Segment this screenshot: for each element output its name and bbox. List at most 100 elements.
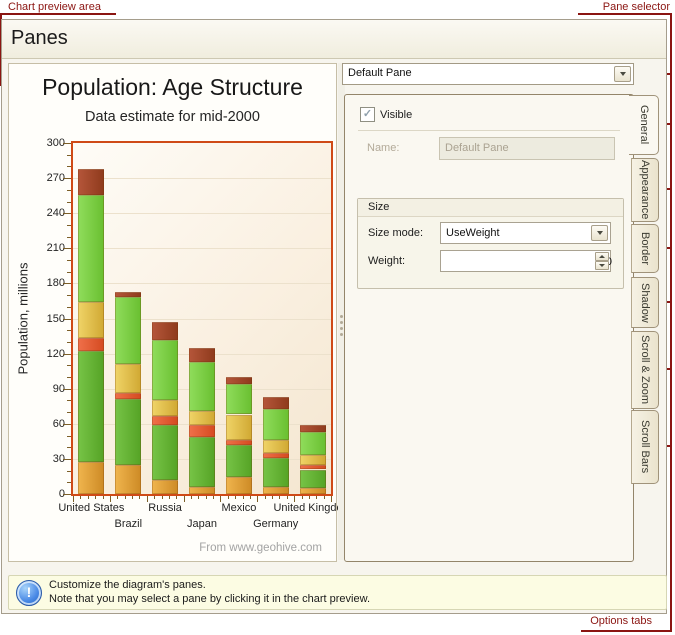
x-minor-tick [88,496,89,499]
segment-light-green [189,362,215,411]
x-minor-tick [309,496,310,499]
x-minor-tick [103,496,104,499]
separator [358,130,620,131]
arrow-up-icon [599,255,605,258]
segment-dark-green [226,445,252,477]
segment-yellow [263,440,289,453]
x-minor-tick [132,496,133,499]
segment-red [189,425,215,437]
annotation-options-tabs: Options tabs [590,615,652,627]
size-mode-label: Size mode: [368,227,423,239]
x-minor-tick [265,496,266,499]
x-minor-tick [176,496,177,499]
y-major-tick [63,283,71,284]
x-minor-tick [169,496,170,499]
segment-red [78,338,104,351]
segment-red [226,440,252,445]
segment-dark-green [189,437,215,487]
x-major-tick [73,496,74,502]
segment-orange-bottom [300,488,326,494]
annotation-underline-bottom [581,630,672,632]
bar-united-kingdom [300,143,326,494]
plot-bars [73,143,331,494]
chart-preview-panel: Population: Age Structure Data estimate … [8,63,337,562]
page-title: Panes [11,27,68,50]
annotation-vline-right [670,14,672,631]
x-minor-tick [80,496,81,499]
segment-brown-top [300,425,326,432]
tab-scroll-bars[interactable]: Scroll Bars [631,410,659,484]
x-minor-tick [213,496,214,499]
tab-shadow[interactable]: Shadow [631,277,659,328]
y-major-tick [63,354,71,355]
segment-orange-bottom [226,477,252,495]
annotation-chart-preview-area: Chart preview area [8,1,101,13]
panes-dialog: Panes Population: Age Structure Data est… [1,19,667,614]
y-major-tick [63,213,71,214]
x-minor-tick [272,496,273,499]
x-minor-tick [235,496,236,499]
x-minor-tick [243,496,244,499]
annotation-underline-left [0,13,116,15]
pane-selector-combobox[interactable]: Default Pane [342,63,634,85]
segment-orange-bottom [263,487,289,494]
info-bar: ! Customize the diagram's panes. Note th… [8,575,667,610]
x-axis-label: Mexico [221,502,256,514]
info-line-1: Customize the diagram's panes. [49,579,206,591]
tab-appearance[interactable]: Appearance [631,158,659,222]
y-major-tick [63,389,71,390]
bar-japan [189,143,215,494]
segment-orange-bottom [115,465,141,494]
x-major-tick [294,496,295,502]
segment-dark-green [78,351,104,462]
segment-light-green [152,340,178,401]
x-minor-tick [139,496,140,499]
weight-spinner[interactable] [440,250,611,272]
x-minor-tick [125,496,126,499]
segment-red [263,453,289,458]
tab-general[interactable]: General [629,95,659,155]
segment-yellow [78,302,104,338]
x-axis-label: Germany [253,518,298,530]
spin-up-button[interactable] [595,252,609,261]
tab-border[interactable]: Border [631,224,659,273]
segment-dark-green [300,470,326,489]
segment-dark-green [263,458,289,487]
size-group-title: Size [368,201,389,213]
segment-brown-top [189,348,215,362]
x-axis-label: Japan [187,518,217,530]
x-minor-tick [117,496,118,499]
size-mode-combobox[interactable]: UseWeight [440,222,611,244]
annotation-underline-right [578,13,672,15]
screen: Chart preview area Pane selector Options… [0,0,675,635]
size-mode-value: UseWeight [446,227,500,239]
y-major-tick [63,459,71,460]
size-mode-dropdown-button[interactable] [591,225,608,241]
dialog-header: Panes [2,20,666,59]
checkmark-icon: ✓ [363,108,372,120]
source-note: From www.geohive.com [199,542,322,554]
segment-orange-bottom [189,487,215,494]
x-minor-tick [324,496,325,499]
y-tick-label: 270 [35,172,65,184]
segment-yellow [189,411,215,425]
segment-orange-bottom [78,462,104,494]
combo-dropdown-button[interactable] [614,66,631,82]
x-major-tick [147,496,148,502]
splitter-grip-icon [340,315,343,318]
spin-down-button[interactable] [595,261,609,270]
segment-light-green [226,384,252,414]
x-major-tick [220,496,221,502]
x-minor-tick [162,496,163,499]
y-axis-title: Population, millions [16,253,31,385]
x-major-tick [331,496,332,502]
bar-mexico [226,143,252,494]
segment-yellow [152,400,178,415]
pane-selector-value: Default Pane [348,67,412,79]
visible-checkbox[interactable]: ✓ [360,107,375,122]
y-major-tick [63,143,71,144]
segment-brown-top [115,292,141,298]
tab-scroll-zoom[interactable]: Scroll & Zoom [631,331,659,409]
x-minor-tick [198,496,199,499]
weight-label: Weight: [368,255,405,267]
